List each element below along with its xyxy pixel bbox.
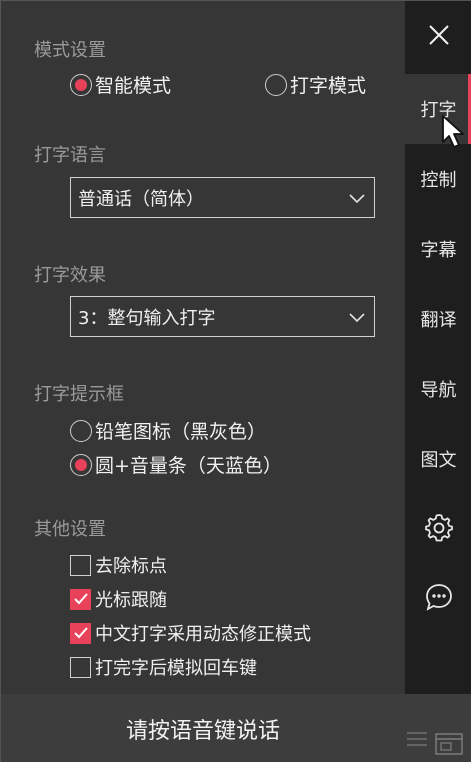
chevron-down-icon [348,189,366,212]
language-select[interactable]: 普通话（简体） [70,177,375,218]
checkbox-unchecked-icon [70,554,91,576]
close-icon [428,24,450,50]
tab-subtitles[interactable]: 字幕 [405,214,471,284]
checkbox-label: 中文打字采用动态修正模式 [95,624,311,645]
tab-label: 导航 [420,380,457,401]
radio-unselected-icon [70,419,92,442]
radio-selected-icon [70,453,92,476]
effect-select[interactable]: 3：整句输入打字 [70,296,375,337]
mode-section-title: 模式设置 [34,40,106,61]
checkbox-label: 光标跟随 [95,590,167,611]
window-icon [435,732,465,760]
chevron-down-icon [348,308,366,331]
radio-label: 铅笔图标（黑灰色） [95,421,267,443]
tab-label: 控制 [420,170,457,191]
checkbox-label: 去除标点 [95,556,167,577]
settings-panel: 模式设置 智能模式 打字模式 打字语言 普通话（简体） 打字效果 3：整句输入打… [1,1,405,694]
radio-unselected-icon [265,73,287,96]
radio-label: 圆+音量条（天蓝色） [95,455,282,477]
tab-control[interactable]: 控制 [405,144,471,214]
tab-label: 图文 [420,450,457,471]
other-section-title: 其他设置 [34,519,106,540]
gear-icon [424,512,454,546]
checkbox-unchecked-icon [70,656,91,678]
language-select-value: 普通话（简体） [78,188,204,210]
tab-navigation[interactable]: 导航 [405,354,471,424]
checkbox-checked-icon [70,622,91,644]
radio-label: 智能模式 [95,75,172,97]
list-icon [405,728,429,754]
radio-label: 打字模式 [290,75,367,97]
tab-label: 翻译 [420,310,457,331]
checkbox-label: 打完字后模拟回车键 [95,658,257,679]
tab-image-text[interactable]: 图文 [405,424,471,494]
checkbox-remove-punctuation[interactable]: 去除标点 [70,552,167,578]
radio-typing-mode[interactable]: 打字模式 [265,71,366,98]
tab-translate[interactable]: 翻译 [405,284,471,354]
checkbox-simulate-enter[interactable]: 打完字后模拟回车键 [70,654,257,680]
close-button[interactable] [405,1,471,73]
prompt-box-section-title: 打字提示框 [34,384,124,405]
talk-label: 请按语音键说话 [125,718,280,744]
checkbox-dynamic-correction[interactable]: 中文打字采用动态修正模式 [70,620,311,646]
corner-area [405,694,471,762]
radio-circle-volume-option[interactable]: 圆+音量条（天蓝色） [70,451,282,478]
radio-smart-mode[interactable]: 智能模式 [70,71,171,98]
radio-pencil-icon-option[interactable]: 铅笔图标（黑灰色） [70,417,266,444]
checkbox-cursor-follow[interactable]: 光标跟随 [70,586,167,612]
voice-talk-button[interactable]: 请按语音键说话 [1,694,405,762]
tab-label: 字幕 [420,240,457,261]
bottom-bar: 请按语音键说话 [1,694,471,762]
effect-select-value: 3：整句输入打字 [78,307,216,329]
radio-selected-icon [70,73,92,96]
sidebar: 打字 控制 字幕 翻译 导航 图文 [405,1,471,694]
checkbox-checked-icon [70,588,91,610]
effect-section-title: 打字效果 [34,265,106,286]
tab-typing[interactable]: 打字 [405,74,471,148]
feedback-button[interactable] [405,571,471,627]
settings-button[interactable] [405,501,471,557]
voice-input-settings-window: 模式设置 智能模式 打字模式 打字语言 普通话（简体） 打字效果 3：整句输入打… [0,0,471,762]
chat-bubble-icon [424,582,454,616]
language-section-title: 打字语言 [34,145,106,166]
